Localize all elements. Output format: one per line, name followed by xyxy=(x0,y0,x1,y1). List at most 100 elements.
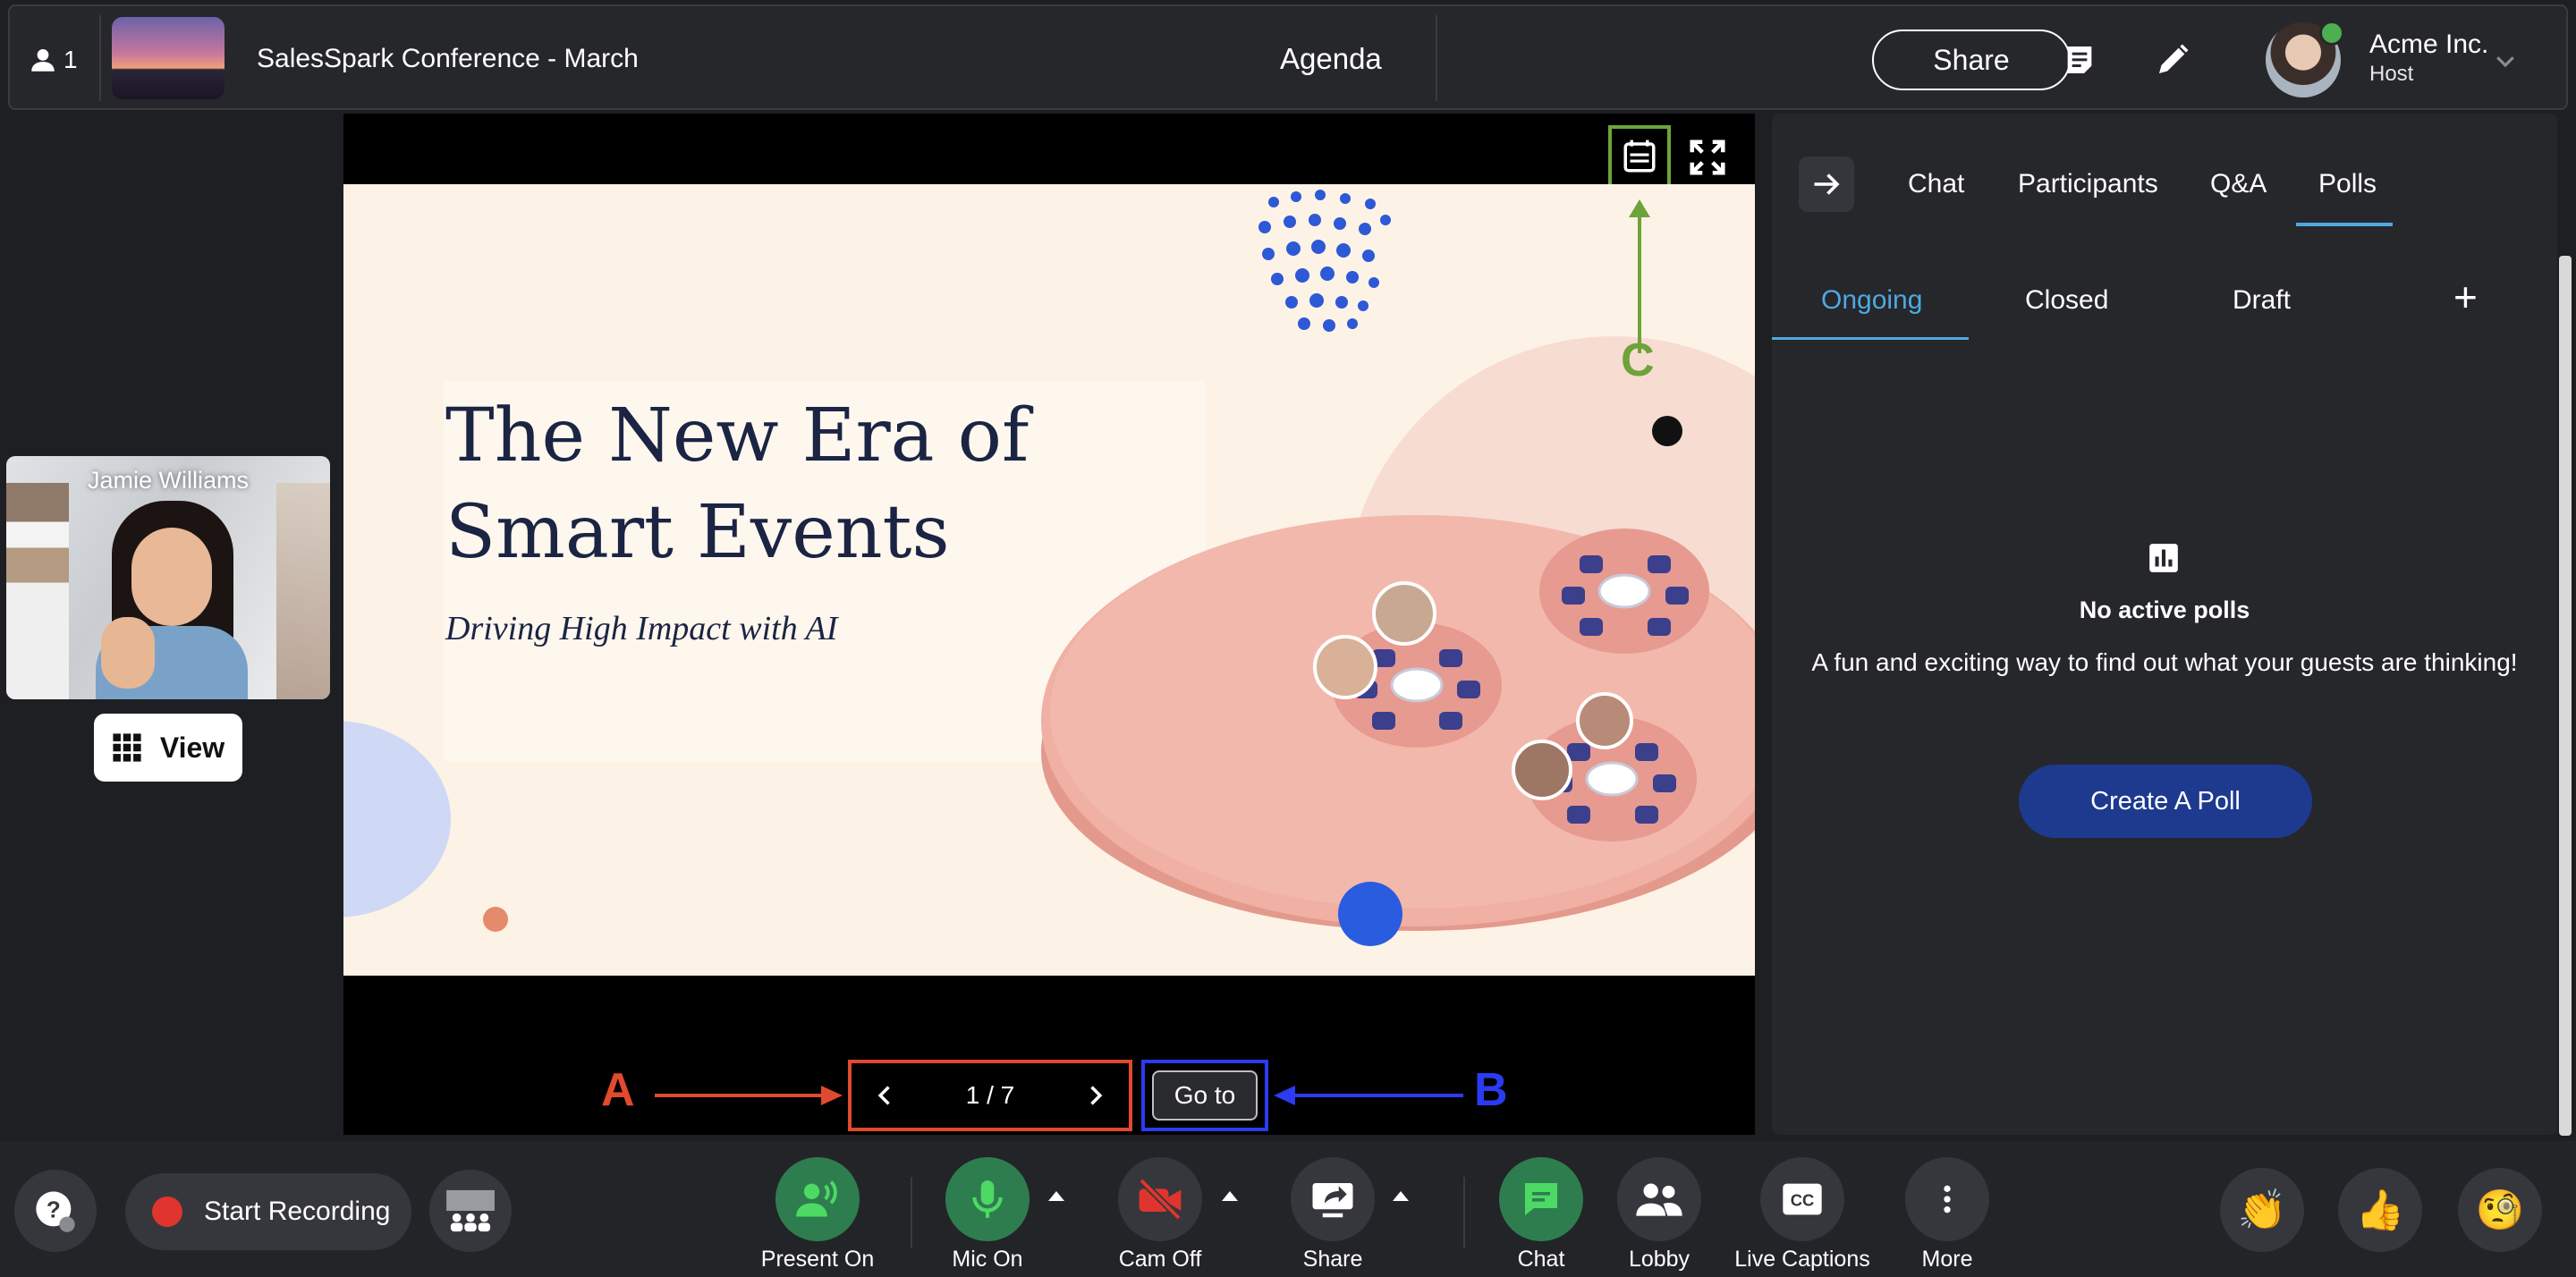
audience-icon xyxy=(446,1189,495,1232)
active-subtab-indicator xyxy=(1772,337,1969,340)
chat-button[interactable] xyxy=(1499,1157,1583,1241)
side-panel: Chat Participants Q&A Polls Ongoing Clos… xyxy=(1772,114,2557,1135)
annotation-b: B xyxy=(1474,1064,1508,1116)
online-status-dot xyxy=(2319,21,2344,46)
thumbs-up-icon: 👍 xyxy=(2355,1188,2405,1232)
annotation-arrow-a xyxy=(655,1086,843,1105)
mic-label: Mic On xyxy=(952,1247,1023,1272)
org-name: Acme Inc. xyxy=(2369,30,2489,59)
page-indicator: 1 / 7 xyxy=(965,1081,1015,1109)
create-poll-button[interactable]: Create A Poll xyxy=(2019,765,2312,838)
help-button[interactable]: ? xyxy=(14,1170,97,1252)
slide-subtitle: Driving High Impact with AI xyxy=(445,610,838,647)
arrow-right-icon xyxy=(1814,173,1840,195)
subtab-draft[interactable]: Draft xyxy=(2233,285,2291,316)
chevron-right-icon[interactable] xyxy=(1082,1083,1107,1108)
divider xyxy=(1436,15,1437,101)
chevron-left-icon[interactable] xyxy=(873,1083,898,1108)
lobby-control[interactable]: Lobby xyxy=(1588,1157,1731,1273)
mic-options-caret[interactable] xyxy=(1048,1191,1064,1201)
participant-video xyxy=(96,492,248,699)
emoji-reaction-button[interactable]: 🧐 xyxy=(2458,1168,2542,1252)
annotation-a: A xyxy=(601,1064,635,1116)
record-label: Start Recording xyxy=(204,1197,391,1226)
presentation-stage: The New Era of Smart Events Driving High… xyxy=(343,114,1755,1135)
annotation-arrow-c xyxy=(1629,199,1650,353)
participant-count[interactable]: 1 xyxy=(28,33,99,87)
present-button[interactable] xyxy=(775,1157,860,1241)
pencil-icon[interactable] xyxy=(2151,38,2194,81)
tab-polls[interactable]: Polls xyxy=(2318,169,2377,199)
camera-options-caret[interactable] xyxy=(1222,1191,1238,1201)
more-label: More xyxy=(1921,1247,1973,1272)
participant-name: Jamie Williams xyxy=(87,467,249,494)
bar-chart-icon xyxy=(2149,544,2178,572)
start-recording-button[interactable]: Start Recording xyxy=(125,1173,411,1250)
slide: The New Era of Smart Events Driving High… xyxy=(343,184,1755,976)
view-button[interactable]: View xyxy=(94,714,242,782)
lobby-button[interactable] xyxy=(1617,1157,1701,1241)
clap-reaction-button[interactable]: 👏 xyxy=(2220,1168,2304,1252)
scrollbar[interactable] xyxy=(2559,256,2572,1136)
event-thumbnail xyxy=(112,17,225,99)
slide-pager: 1 / 7 xyxy=(848,1060,1132,1131)
empty-state-description: A fun and exciting way to find out what … xyxy=(1811,648,2518,676)
tab-qa[interactable]: Q&A xyxy=(2210,169,2267,199)
camera-button[interactable] xyxy=(1118,1157,1202,1241)
background-decor xyxy=(276,483,330,699)
thumbs-up-reaction-button[interactable]: 👍 xyxy=(2338,1168,2422,1252)
tab-chat[interactable]: Chat xyxy=(1908,169,1964,199)
event-title: SalesSpark Conference - March xyxy=(257,44,639,73)
captions-label: Live Captions xyxy=(1734,1247,1870,1272)
captions-control[interactable]: CC Live Captions xyxy=(1731,1157,1874,1273)
person-icon xyxy=(31,48,55,72)
host-avatar[interactable] xyxy=(2266,21,2344,97)
present-label: Present On xyxy=(760,1247,875,1272)
group-icon xyxy=(1636,1183,1682,1216)
annotation-arrow-b xyxy=(1274,1086,1463,1105)
top-bar: 1 SalesSpark Conference - March Agenda S… xyxy=(8,4,2568,110)
camera-control[interactable]: Cam Off xyxy=(1089,1157,1232,1273)
goto-highlight: Go to xyxy=(1141,1060,1268,1131)
agenda-toggle-highlight[interactable] xyxy=(1608,125,1671,188)
chevron-down-icon[interactable] xyxy=(2492,47,2519,74)
closed-captions-icon: CC xyxy=(1783,1183,1822,1215)
user-role: Host xyxy=(2369,62,2414,86)
share-options-caret[interactable] xyxy=(1393,1191,1409,1201)
microphone-icon xyxy=(972,1180,1003,1218)
mic-button[interactable] xyxy=(945,1157,1030,1241)
presenter-icon xyxy=(796,1180,837,1217)
camera-label: Cam Off xyxy=(1118,1247,1202,1272)
svg-text:CC: CC xyxy=(1791,1191,1815,1210)
calendar-notes-icon xyxy=(1623,140,1656,173)
view-label: View xyxy=(159,731,225,764)
tab-participants[interactable]: Participants xyxy=(2018,169,2158,199)
more-control[interactable]: More xyxy=(1876,1157,2019,1273)
mic-control[interactable]: Mic On xyxy=(916,1157,1059,1273)
divider xyxy=(911,1177,912,1248)
more-button[interactable] xyxy=(1905,1157,1989,1241)
add-poll-icon[interactable]: + xyxy=(2453,273,2478,321)
present-control[interactable]: Present On xyxy=(746,1157,889,1273)
screen-share-button[interactable] xyxy=(1291,1157,1375,1241)
notes-icon[interactable] xyxy=(2058,38,2101,81)
subtab-closed[interactable]: Closed xyxy=(2025,285,2108,316)
chat-bubble-icon xyxy=(1525,1183,1557,1215)
svg-text:?: ? xyxy=(47,1197,61,1223)
grid-icon xyxy=(113,733,141,762)
record-dot-icon xyxy=(152,1197,182,1227)
collapse-panel-button[interactable] xyxy=(1799,156,1854,212)
divider xyxy=(1463,1177,1465,1248)
captions-button[interactable]: CC xyxy=(1760,1157,1844,1241)
subtab-ongoing[interactable]: Ongoing xyxy=(1821,285,1922,316)
fullscreen-icon[interactable] xyxy=(1687,137,1728,178)
share-button[interactable]: Share xyxy=(1872,30,2071,90)
stage-layout-button[interactable] xyxy=(429,1170,512,1252)
share-control[interactable]: Share xyxy=(1261,1157,1404,1273)
self-video-tile[interactable]: Jamie Williams xyxy=(6,456,330,699)
agenda-link[interactable]: Agenda xyxy=(1280,42,1382,76)
goto-button[interactable]: Go to xyxy=(1152,1070,1258,1121)
lobby-label: Lobby xyxy=(1628,1247,1690,1272)
thinking-face-icon: 🧐 xyxy=(2475,1188,2525,1232)
background-shelf xyxy=(6,483,69,699)
